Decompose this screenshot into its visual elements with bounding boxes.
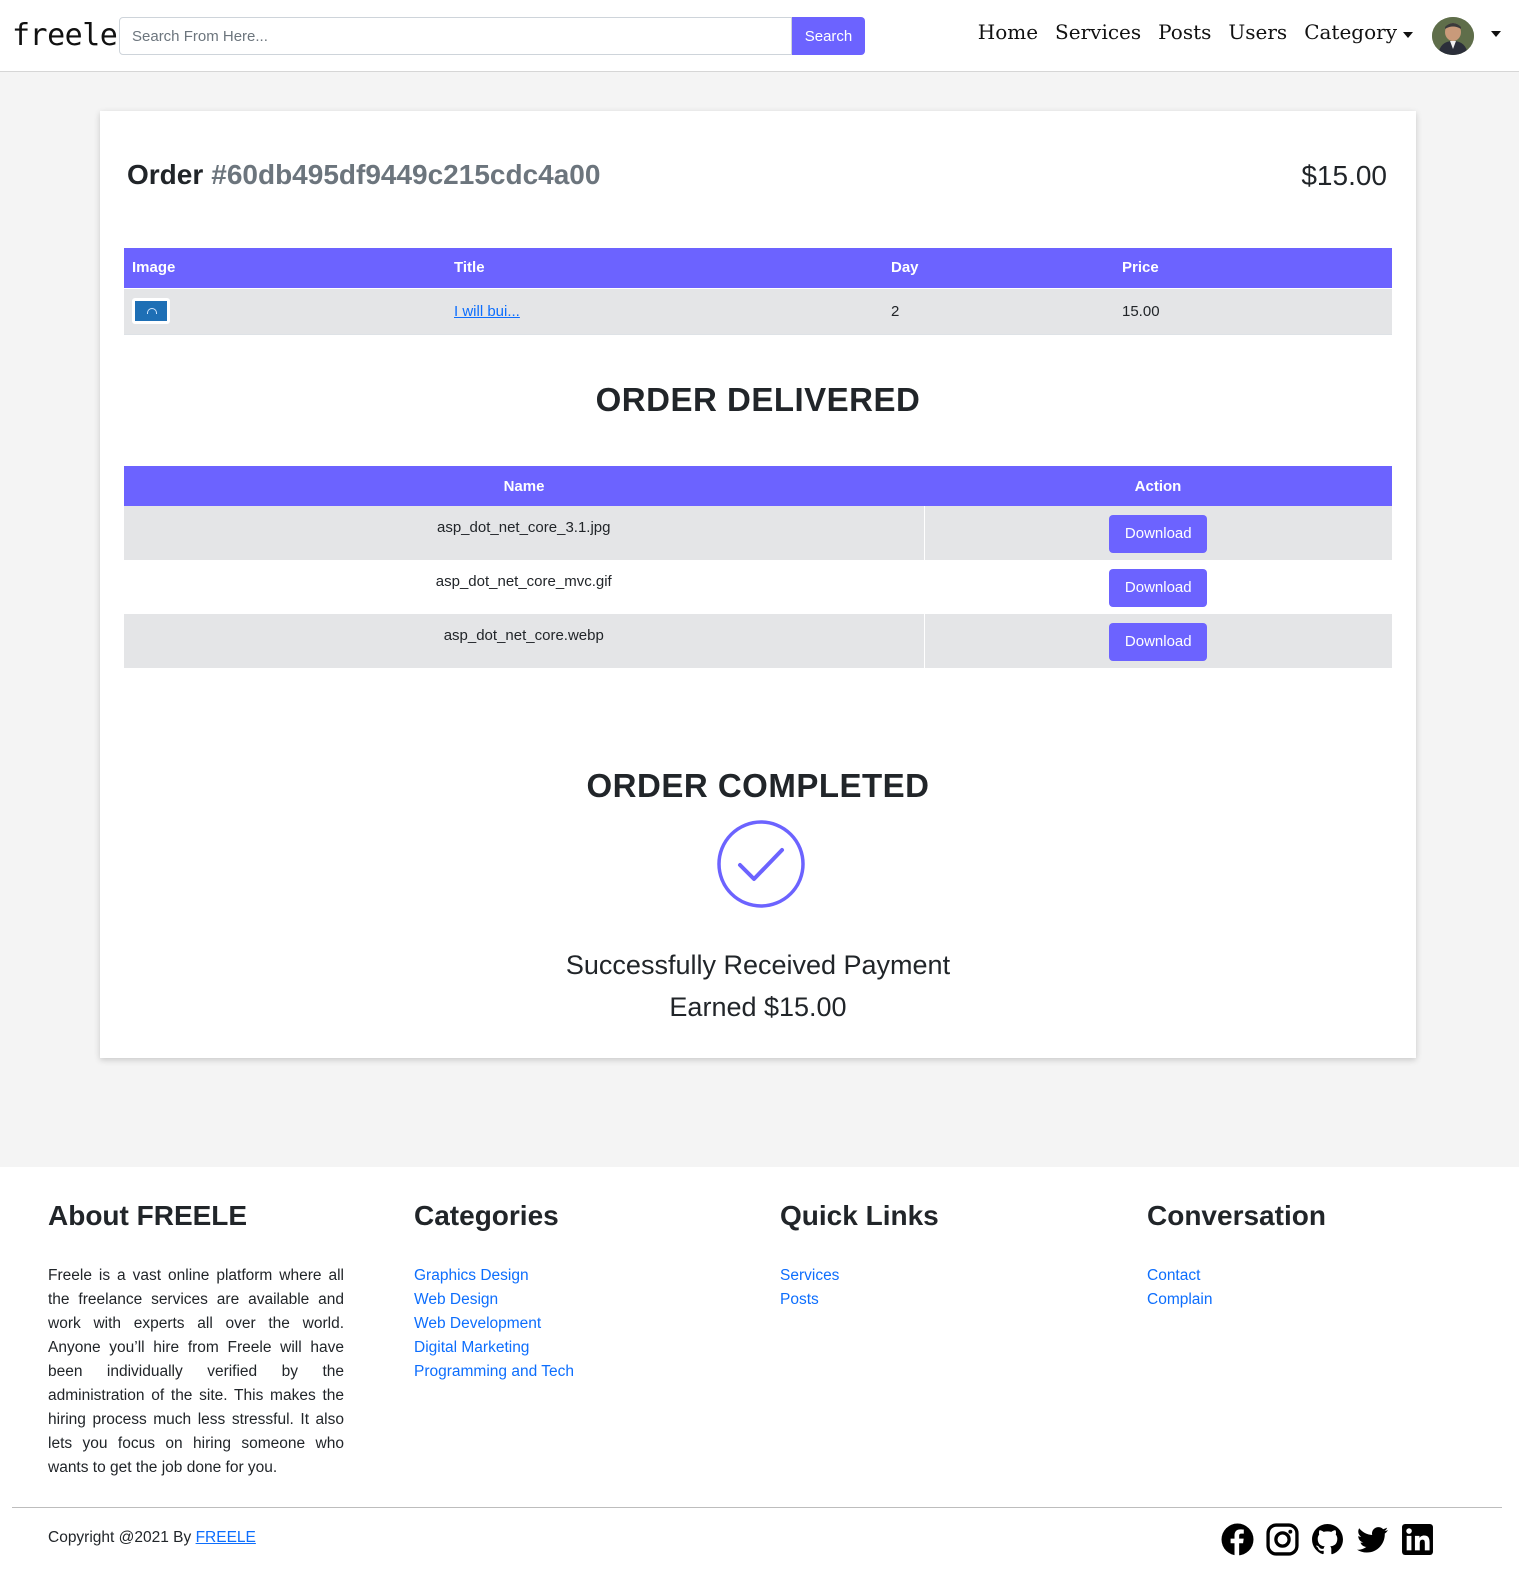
table-row: asp_dot_net_core.webp Download xyxy=(124,614,1392,668)
order-id: #60db495df9449c215cdc4a00 xyxy=(211,159,601,190)
order-card: Order #60db495df9449c215cdc4a00 $15.00 Im… xyxy=(100,111,1416,1058)
nav-links: Home Services Posts Users Category xyxy=(978,20,1413,44)
instagram-icon[interactable] xyxy=(1266,1523,1299,1556)
footer-link-web-design[interactable]: Web Design xyxy=(414,1288,574,1312)
footer-about-text: Freele is a vast online platform where a… xyxy=(48,1267,344,1476)
copyright: Copyright @2021 By FREELE xyxy=(48,1529,256,1547)
twitter-icon[interactable] xyxy=(1356,1523,1389,1556)
title-cell: I will bui... xyxy=(446,287,883,335)
price-cell: 15.00 xyxy=(1114,287,1392,335)
footer-categories-column: Categories Graphics Design Web Design We… xyxy=(414,1200,574,1384)
column-header-name: Name xyxy=(124,466,924,506)
order-total: $15.00 xyxy=(1301,160,1387,191)
user-avatar-icon xyxy=(1432,17,1474,55)
navbar: freele Search Home Services Posts Users … xyxy=(0,0,1519,72)
image-cell xyxy=(124,287,446,335)
download-button[interactable]: Download xyxy=(1109,515,1208,553)
payment-message: Successfully Received Payment xyxy=(565,950,951,980)
download-button[interactable]: Download xyxy=(1109,623,1208,661)
action-cell: Download xyxy=(924,560,1392,614)
footer-quick-links-heading: Quick Links xyxy=(780,1200,939,1231)
delivered-files-table: Name Action asp_dot_net_core_3.1.jpg Dow… xyxy=(124,466,1392,668)
footer-link-posts[interactable]: Posts xyxy=(780,1288,939,1312)
table-row: I will bui... 2 15.00 xyxy=(124,287,1392,335)
brand-logo[interactable]: freele xyxy=(12,18,118,53)
service-title-link[interactable]: I will bui... xyxy=(454,303,520,320)
nav-link-category[interactable]: Category xyxy=(1304,20,1397,44)
earned-amount: Earned $15.00 xyxy=(669,992,847,1022)
order-items-table: Image Title Day Price I will bui... 2 15… xyxy=(124,248,1392,335)
order-completed-heading: ORDER COMPLETED xyxy=(586,767,930,804)
nav-link-home[interactable]: Home xyxy=(978,20,1038,44)
social-links xyxy=(1221,1523,1434,1556)
column-header-price: Price xyxy=(1114,248,1392,288)
linkedin-icon[interactable] xyxy=(1401,1523,1434,1556)
search-button[interactable]: Search xyxy=(792,17,865,55)
column-header-image: Image xyxy=(124,248,446,288)
action-cell: Download xyxy=(924,506,1392,560)
footer-link-programming-tech[interactable]: Programming and Tech xyxy=(414,1360,574,1384)
footer-about-heading: About FREELE xyxy=(48,1200,248,1231)
footer-link-services[interactable]: Services xyxy=(780,1264,939,1288)
check-circle-icon xyxy=(717,820,805,908)
action-cell: Download xyxy=(924,614,1392,668)
footer-categories-heading: Categories xyxy=(414,1200,559,1231)
chevron-down-icon xyxy=(1403,31,1413,38)
footer-conversation-column: Conversation Contact Complain xyxy=(1147,1200,1326,1312)
footer-link-graphics-design[interactable]: Graphics Design xyxy=(414,1264,574,1288)
facebook-icon[interactable] xyxy=(1221,1523,1254,1556)
file-name: asp_dot_net_core_mvc.gif xyxy=(124,560,925,614)
nav-category-dropdown[interactable]: Category xyxy=(1304,20,1413,44)
github-icon[interactable] xyxy=(1311,1523,1344,1556)
file-name: asp_dot_net_core.webp xyxy=(124,614,925,668)
table-row: asp_dot_net_core_3.1.jpg Download xyxy=(124,506,1392,560)
day-cell: 2 xyxy=(883,287,1114,335)
search-input[interactable] xyxy=(119,17,792,55)
column-header-day: Day xyxy=(883,248,1114,288)
download-button[interactable]: Download xyxy=(1109,569,1208,607)
footer: About FREELE Freele is a vast online pla… xyxy=(0,1167,1519,1574)
nav-link-users[interactable]: Users xyxy=(1228,20,1287,44)
nav-link-posts[interactable]: Posts xyxy=(1158,20,1211,44)
nav-link-services[interactable]: Services xyxy=(1055,20,1141,44)
file-name: asp_dot_net_core_3.1.jpg xyxy=(124,506,925,560)
order-label: Order xyxy=(127,159,204,190)
column-header-title: Title xyxy=(446,248,883,288)
table-row: asp_dot_net_core_mvc.gif Download xyxy=(124,560,1392,614)
service-thumbnail xyxy=(132,298,170,324)
footer-link-digital-marketing[interactable]: Digital Marketing xyxy=(414,1336,574,1360)
avatar-chevron-down-icon[interactable] xyxy=(1491,31,1501,37)
column-header-action: Action xyxy=(924,466,1392,506)
copyright-link[interactable]: FREELE xyxy=(196,1529,256,1546)
footer-about-column: About FREELE Freele is a vast online pla… xyxy=(48,1200,344,1480)
copyright-text: Copyright @2021 By xyxy=(48,1529,192,1546)
order-delivered-heading: ORDER DELIVERED xyxy=(595,381,921,418)
order-title: Order #60db495df9449c215cdc4a00 xyxy=(127,159,600,191)
footer-link-complain[interactable]: Complain xyxy=(1147,1288,1326,1312)
footer-conversation-heading: Conversation xyxy=(1147,1200,1326,1231)
footer-link-contact[interactable]: Contact xyxy=(1147,1264,1326,1288)
footer-quick-links-column: Quick Links Services Posts xyxy=(780,1200,939,1312)
footer-link-web-development[interactable]: Web Development xyxy=(414,1312,574,1336)
footer-divider xyxy=(12,1507,1502,1508)
avatar[interactable] xyxy=(1432,17,1474,55)
